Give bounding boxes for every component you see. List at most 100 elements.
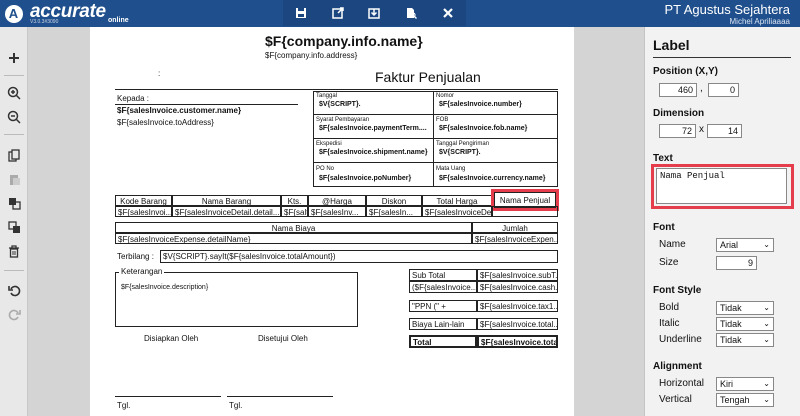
info-value[interactable]: $F{salesInvoice.currency.name} xyxy=(439,175,545,182)
detail-value[interactable]: $F{salesInvoi... xyxy=(115,206,172,217)
terbilang-field[interactable]: $V{SCRIPT}.sayIt($F{salesInvoice.totalAm… xyxy=(160,250,558,263)
close-icon[interactable] xyxy=(437,2,459,24)
zoom-out-icon[interactable] xyxy=(3,106,25,128)
expense-value[interactable]: $F{salesInvoiceExpen... xyxy=(472,233,558,244)
position-x-input[interactable]: 460 xyxy=(659,83,697,97)
grand-total-value[interactable]: $F{salesInvoice.tota... xyxy=(477,335,558,348)
add-element-icon[interactable] xyxy=(3,47,25,69)
height-input[interactable]: 14 xyxy=(707,124,742,138)
expense-header-jumlah[interactable]: Jumlah xyxy=(472,222,558,233)
user-name[interactable]: Michel Apriliaaaa xyxy=(730,17,790,26)
save-icon[interactable] xyxy=(290,2,312,24)
total-value[interactable]: $F{salesInvoice.tax1... xyxy=(477,300,558,312)
detail-header-kode[interactable]: Kode Barang xyxy=(115,195,172,206)
info-value[interactable]: $F{salesInvoice.paymentTerm.... xyxy=(319,125,427,132)
delete-icon[interactable] xyxy=(3,240,25,262)
underline-select[interactable]: Tidak ⌄ xyxy=(716,333,774,347)
total-value[interactable]: $F{salesInvoice.subT... xyxy=(477,269,558,281)
detail-value[interactable]: $F{salt... xyxy=(281,206,308,217)
info-value[interactable]: $V{SCRIPT}. xyxy=(439,149,481,156)
detail-header-harga[interactable]: @Harga xyxy=(308,195,366,206)
info-label[interactable]: Tanggal xyxy=(316,93,337,99)
detail-header-kts[interactable]: Kts. xyxy=(281,195,308,206)
position-y-input[interactable]: 0 xyxy=(708,83,739,97)
kepada-label[interactable]: Kepada : xyxy=(117,94,149,103)
company-address-field[interactable]: $F{company.info.address} xyxy=(265,51,357,60)
keterangan-box[interactable] xyxy=(115,272,358,327)
paste-icon[interactable] xyxy=(3,168,25,190)
text-input[interactable]: Nama Penjual xyxy=(656,168,787,204)
header-rule[interactable] xyxy=(115,89,558,90)
disiapkan-label[interactable]: Disiapkan Oleh xyxy=(144,334,198,343)
customer-name-field[interactable]: $F{salesInvoice.customer.name} xyxy=(117,106,241,115)
vertical-select[interactable]: Tengah ⌄ xyxy=(716,393,774,407)
width-input[interactable]: 72 xyxy=(659,124,696,138)
import-icon[interactable] xyxy=(363,2,385,24)
detail-header-total[interactable]: Total Harga xyxy=(422,195,492,206)
info-value[interactable]: $V{SCRIPT}. xyxy=(319,101,361,108)
signature-line[interactable] xyxy=(227,396,333,397)
signature-line[interactable] xyxy=(115,396,221,397)
text-label: Text xyxy=(653,153,673,164)
font-size-input[interactable]: 9 xyxy=(716,256,757,270)
detail-value[interactable]: $F{salesIn... xyxy=(366,206,422,217)
info-grid-divider xyxy=(433,91,434,187)
detail-value[interactable]: $F{salesInv... xyxy=(308,206,366,217)
info-label[interactable]: PO No xyxy=(316,166,334,172)
tgl-label[interactable]: Tgl. xyxy=(117,401,130,410)
copy-icon[interactable] xyxy=(3,144,25,166)
app-logo[interactable]: A xyxy=(0,0,27,27)
report-canvas[interactable]: $F{company.info.name} $F{company.info.ad… xyxy=(90,27,574,416)
send-back-icon[interactable] xyxy=(3,216,25,238)
total-label[interactable]: Biaya Lain-lain xyxy=(409,318,477,330)
total-value[interactable]: $F{salesInvoice.total... xyxy=(477,318,558,330)
detail-value[interactable]: $F{salesInvoiceDetail.detail... xyxy=(172,206,281,217)
keterangan-label[interactable]: Keterangan xyxy=(119,267,165,276)
font-style-section: Font Style xyxy=(653,285,702,296)
detail-header-nama[interactable]: Nama Barang xyxy=(172,195,281,206)
info-value[interactable]: $F{salesInvoice.shipment.name} xyxy=(319,149,428,156)
terbilang-label[interactable]: Terbilang : xyxy=(117,252,154,261)
italic-select[interactable]: Tidak ⌄ xyxy=(716,317,774,331)
detail-value[interactable]: $F{salesInvoiceDe... xyxy=(422,206,492,217)
detail-header-diskon[interactable]: Diskon xyxy=(366,195,422,206)
info-value[interactable]: $F{salesInvoice.number} xyxy=(439,101,522,108)
description-field[interactable]: $F{salesInvoice.description} xyxy=(121,284,208,291)
dimension-separator: x xyxy=(699,124,704,135)
company-name[interactable]: PT Agustus Sejahtera xyxy=(664,2,790,17)
company-name-field[interactable]: $F{company.info.name} xyxy=(265,33,423,49)
preview-icon[interactable] xyxy=(400,2,422,24)
tgl-label[interactable]: Tgl. xyxy=(229,401,242,410)
bold-select[interactable]: Tidak ⌄ xyxy=(716,301,774,315)
total-label[interactable]: ($F{salesInvoice... xyxy=(409,281,477,293)
grand-total-label[interactable]: Total xyxy=(409,335,477,348)
info-label[interactable]: Mata Uang xyxy=(436,166,465,172)
redo-icon[interactable] xyxy=(3,303,25,325)
total-value[interactable]: $F{salesInvoice.cash... xyxy=(477,281,558,293)
undo-icon[interactable] xyxy=(3,279,25,301)
info-grid-rule xyxy=(313,114,558,115)
to-address-field[interactable]: $F{salesInvoice.toAddress} xyxy=(117,118,214,127)
horizontal-select[interactable]: Kiri ⌄ xyxy=(716,377,774,391)
total-label[interactable]: "PPN (" + xyxy=(409,300,477,312)
info-label[interactable]: Tanggal Pengiriman xyxy=(436,141,489,147)
panel-title: Label xyxy=(653,37,690,53)
detail-value[interactable] xyxy=(492,206,558,217)
kepada-rule[interactable] xyxy=(115,104,298,105)
info-label[interactable]: Syarat Pembayaran xyxy=(316,117,369,123)
invoice-title[interactable]: Faktur Penjualan xyxy=(375,69,481,85)
info-label[interactable]: Ekspedisi xyxy=(316,141,342,147)
total-label[interactable]: Sub Total xyxy=(409,269,477,281)
font-name-select[interactable]: Arial ⌄ xyxy=(716,238,774,252)
bring-front-icon[interactable] xyxy=(3,192,25,214)
info-label[interactable]: FOB xyxy=(436,117,448,123)
info-label[interactable]: Nomor xyxy=(436,93,454,99)
export-icon[interactable] xyxy=(327,2,349,24)
expense-header-nama[interactable]: Nama Biaya xyxy=(115,222,472,233)
info-value[interactable]: $F{salesInvoice.fob.name} xyxy=(439,125,527,132)
disetujui-label[interactable]: Disetujui Oleh xyxy=(258,334,308,343)
info-value[interactable]: $F{salesInvoice.poNumber} xyxy=(319,175,411,182)
colon-label[interactable]: : xyxy=(158,69,160,78)
expense-value[interactable]: $F{salesInvoiceExpense.detailName} xyxy=(115,233,472,244)
zoom-in-icon[interactable] xyxy=(3,82,25,104)
